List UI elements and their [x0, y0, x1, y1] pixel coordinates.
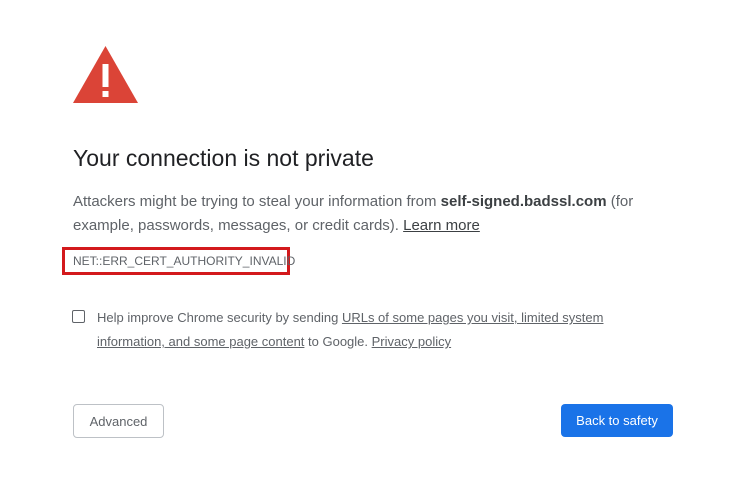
page-title: Your connection is not private — [73, 145, 374, 171]
hostname: self-signed.badssl.com — [440, 193, 607, 210]
interstitial-page: Your connection is not private Attackers… — [0, 0, 750, 495]
warning-triangle-icon — [73, 46, 138, 103]
extended-reporting-checkbox[interactable] — [72, 310, 85, 323]
extended-reporting-label: Help improve Chrome security by sending … — [97, 306, 657, 354]
error-code: NET::ERR_CERT_AUTHORITY_INVALID — [73, 254, 296, 268]
learn-more-link[interactable]: Learn more — [403, 217, 480, 234]
main-message: Attackers might be trying to steal your … — [73, 190, 673, 238]
privacy-policy-link[interactable]: Privacy policy — [372, 334, 451, 349]
back-to-safety-button[interactable]: Back to safety — [561, 404, 673, 437]
reporting-text-middle: to Google. — [304, 334, 372, 349]
reporting-text-before: Help improve Chrome security by sending — [97, 310, 342, 325]
main-message-text-before: Attackers might be trying to steal your … — [73, 193, 441, 210]
advanced-button[interactable]: Advanced — [73, 404, 164, 438]
